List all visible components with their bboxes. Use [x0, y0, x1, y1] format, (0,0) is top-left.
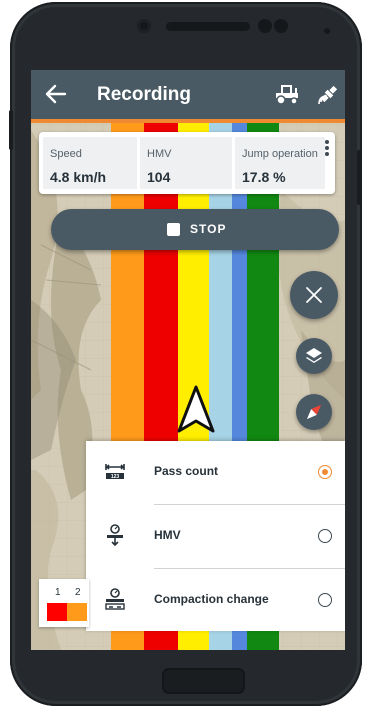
- satellite-icon[interactable]: [317, 82, 341, 106]
- legend-label-1: 1: [55, 587, 61, 598]
- compaction-change-icon: [105, 588, 125, 610]
- compass-button[interactable]: [296, 394, 332, 430]
- stop-label: STOP: [190, 222, 227, 236]
- svg-text:123: 123: [111, 474, 120, 480]
- jump-operation-cell: Jump operation 17.8 %: [235, 137, 325, 189]
- stop-icon: [167, 223, 180, 236]
- jump-operation-value: 17.8 %: [242, 169, 286, 185]
- hmv-option-label: HMV: [154, 528, 181, 542]
- more-options-icon[interactable]: [322, 138, 332, 162]
- page-title: Recording: [97, 84, 191, 105]
- vehicle-position-icon: [177, 385, 215, 433]
- layers-button[interactable]: [296, 338, 332, 374]
- hmv-radio[interactable]: [318, 529, 332, 543]
- status-light: [324, 28, 330, 34]
- hmv-cell: HMV 104: [140, 137, 232, 189]
- app-screen: Recording Speed 4.8 km/h HMV 104 Jump op…: [31, 70, 345, 650]
- layer-option-hmv[interactable]: HMV: [86, 505, 345, 568]
- legend-swatch-1: [47, 603, 67, 621]
- speed-value: 4.8 km/h: [50, 169, 107, 185]
- close-icon: [306, 287, 322, 303]
- hmv-value: 104: [147, 169, 171, 185]
- layer-option-pass-count[interactable]: 123 Pass count: [86, 441, 345, 504]
- app-bar: Recording: [31, 70, 345, 123]
- stop-button[interactable]: STOP: [51, 209, 339, 250]
- telemetry-card: Speed 4.8 km/h HMV 104 Jump operation 17…: [39, 132, 335, 194]
- legend-label-2: 2: [75, 587, 81, 598]
- arrow-left-icon[interactable]: [43, 81, 69, 107]
- legend-swatch-2: [67, 603, 87, 621]
- pass-count-label: Pass count: [154, 464, 219, 478]
- tractor-icon[interactable]: [273, 83, 301, 105]
- jump-operation-label: Jump operation: [242, 148, 318, 160]
- volume-button[interactable]: [9, 110, 13, 150]
- layers-icon: [306, 348, 322, 363]
- hmv-label: HMV: [147, 148, 172, 160]
- compaction-change-radio[interactable]: [318, 593, 332, 607]
- speed-cell: Speed 4.8 km/h: [43, 137, 137, 189]
- pass-count-icon: 123: [105, 464, 125, 480]
- power-button[interactable]: [357, 150, 361, 205]
- compaction-change-label: Compaction change: [154, 592, 269, 606]
- close-map-button[interactable]: [290, 271, 338, 319]
- front-camera: [137, 19, 151, 33]
- earpiece-speaker: [166, 22, 250, 31]
- speed-label: Speed: [50, 148, 82, 160]
- compass-icon: [306, 404, 322, 420]
- home-button[interactable]: [162, 668, 245, 694]
- pass-count-radio[interactable]: [318, 465, 332, 479]
- layer-selector-sheet: 123 Pass count HMV Compaction change: [86, 441, 345, 631]
- pass-count-legend: 1 2: [39, 579, 89, 627]
- hmv-icon: [107, 524, 123, 547]
- layer-option-compaction-change[interactable]: Compaction change: [86, 569, 345, 632]
- proximity-sensor: [258, 19, 272, 33]
- light-sensor: [274, 19, 288, 33]
